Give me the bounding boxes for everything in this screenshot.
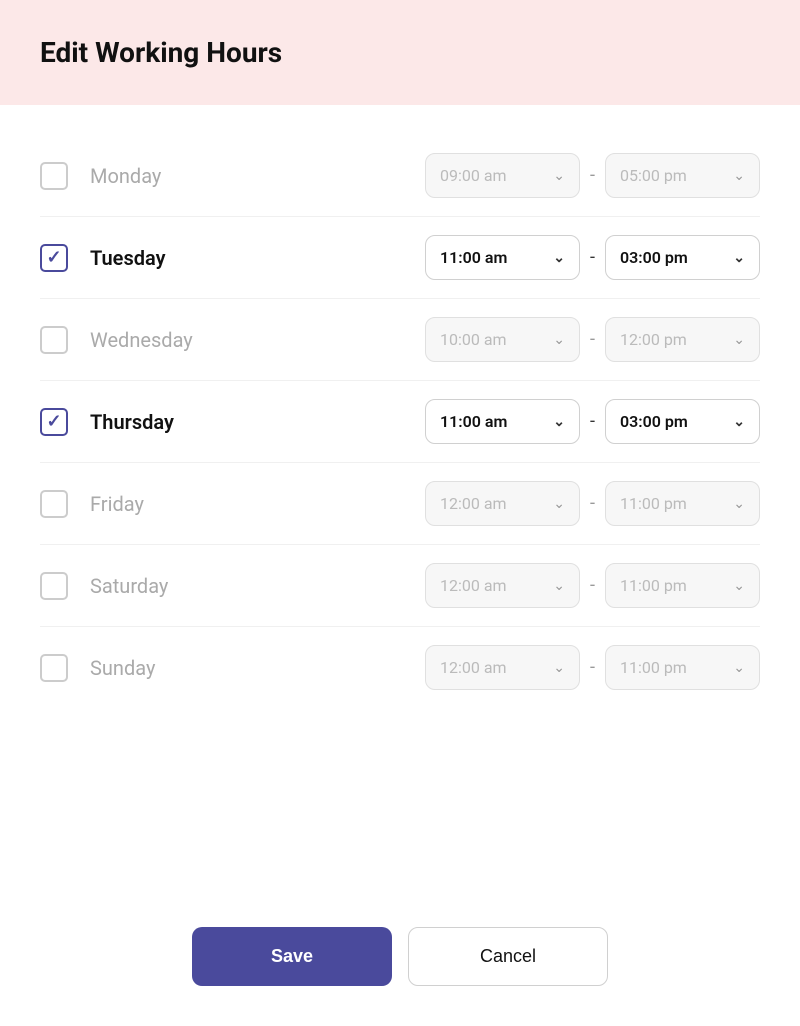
end-time-value-friday: 11:00 pm: [620, 494, 687, 513]
save-button[interactable]: Save: [192, 927, 392, 986]
separator-saturday: -: [590, 575, 595, 596]
header: Edit Working Hours: [0, 0, 800, 105]
day-label-sunday: Sunday: [90, 656, 250, 680]
time-controls-friday: 12:00 am ⌄ - 11:00 pm ⌄: [425, 481, 760, 526]
start-chevron-thursday: ⌄: [553, 414, 565, 430]
day-row-wednesday: Wednesday 10:00 am ⌄ - 12:00 pm ⌄: [40, 299, 760, 381]
checkbox-thursday[interactable]: ✓: [40, 408, 68, 436]
start-chevron-tuesday: ⌄: [553, 250, 565, 266]
end-time-saturday[interactable]: 11:00 pm ⌄: [605, 563, 760, 608]
cancel-button[interactable]: Cancel: [408, 927, 608, 986]
end-time-value-thursday: 03:00 pm: [620, 412, 688, 431]
checkbox-friday[interactable]: [40, 490, 68, 518]
end-chevron-tuesday: ⌄: [733, 250, 745, 266]
page-title: Edit Working Hours: [40, 36, 282, 69]
start-time-tuesday[interactable]: 11:00 am ⌄: [425, 235, 580, 280]
start-chevron-friday: ⌄: [553, 496, 565, 512]
time-controls-sunday: 12:00 am ⌄ - 11:00 pm ⌄: [425, 645, 760, 690]
end-time-value-monday: 05:00 pm: [620, 166, 687, 185]
day-row-monday: Monday 09:00 am ⌄ - 05:00 pm ⌄: [40, 135, 760, 217]
end-chevron-monday: ⌄: [733, 168, 745, 184]
start-time-value-tuesday: 11:00 am: [440, 248, 507, 267]
start-time-saturday[interactable]: 12:00 am ⌄: [425, 563, 580, 608]
start-time-value-thursday: 11:00 am: [440, 412, 507, 431]
day-row-thursday: ✓ Thursday 11:00 am ⌄ - 03:00 pm ⌄: [40, 381, 760, 463]
start-time-wednesday[interactable]: 10:00 am ⌄: [425, 317, 580, 362]
end-time-sunday[interactable]: 11:00 pm ⌄: [605, 645, 760, 690]
separator-sunday: -: [590, 657, 595, 678]
start-chevron-wednesday: ⌄: [553, 332, 565, 348]
time-controls-wednesday: 10:00 am ⌄ - 12:00 pm ⌄: [425, 317, 760, 362]
end-chevron-sunday: ⌄: [733, 660, 745, 676]
separator-friday: -: [590, 493, 595, 514]
end-chevron-wednesday: ⌄: [733, 332, 745, 348]
time-controls-tuesday: 11:00 am ⌄ - 03:00 pm ⌄: [425, 235, 760, 280]
start-chevron-sunday: ⌄: [553, 660, 565, 676]
checkbox-saturday[interactable]: [40, 572, 68, 600]
day-label-tuesday: Tuesday: [90, 246, 250, 270]
start-chevron-saturday: ⌄: [553, 578, 565, 594]
start-time-sunday[interactable]: 12:00 am ⌄: [425, 645, 580, 690]
checkbox-wednesday[interactable]: [40, 326, 68, 354]
start-time-value-saturday: 12:00 am: [440, 576, 507, 595]
time-controls-saturday: 12:00 am ⌄ - 11:00 pm ⌄: [425, 563, 760, 608]
day-row-saturday: Saturday 12:00 am ⌄ - 11:00 pm ⌄: [40, 545, 760, 627]
end-time-thursday[interactable]: 03:00 pm ⌄: [605, 399, 760, 444]
start-time-value-friday: 12:00 am: [440, 494, 507, 513]
checkbox-tuesday[interactable]: ✓: [40, 244, 68, 272]
day-row-friday: Friday 12:00 am ⌄ - 11:00 pm ⌄: [40, 463, 760, 545]
end-time-tuesday[interactable]: 03:00 pm ⌄: [605, 235, 760, 280]
end-time-value-sunday: 11:00 pm: [620, 658, 687, 677]
end-chevron-thursday: ⌄: [733, 414, 745, 430]
start-time-thursday[interactable]: 11:00 am ⌄: [425, 399, 580, 444]
day-row-tuesday: ✓ Tuesday 11:00 am ⌄ - 03:00 pm ⌄: [40, 217, 760, 299]
end-time-monday[interactable]: 05:00 pm ⌄: [605, 153, 760, 198]
day-label-monday: Monday: [90, 164, 250, 188]
day-row-sunday: Sunday 12:00 am ⌄ - 11:00 pm ⌄: [40, 627, 760, 708]
end-time-wednesday[interactable]: 12:00 pm ⌄: [605, 317, 760, 362]
checkmark-thursday: ✓: [46, 413, 61, 431]
end-time-value-saturday: 11:00 pm: [620, 576, 687, 595]
day-label-saturday: Saturday: [90, 574, 250, 598]
checkmark-tuesday: ✓: [46, 249, 61, 267]
time-controls-monday: 09:00 am ⌄ - 05:00 pm ⌄: [425, 153, 760, 198]
day-label-thursday: Thursday: [90, 410, 250, 434]
start-time-friday[interactable]: 12:00 am ⌄: [425, 481, 580, 526]
start-time-value-wednesday: 10:00 am: [440, 330, 507, 349]
end-time-value-tuesday: 03:00 pm: [620, 248, 688, 267]
days-list: Monday 09:00 am ⌄ - 05:00 pm ⌄ ✓ Tuesday 11:00 a…: [0, 105, 800, 897]
time-controls-thursday: 11:00 am ⌄ - 03:00 pm ⌄: [425, 399, 760, 444]
day-label-wednesday: Wednesday: [90, 328, 250, 352]
separator-wednesday: -: [590, 329, 595, 350]
start-chevron-monday: ⌄: [553, 168, 565, 184]
start-time-value-monday: 09:00 am: [440, 166, 507, 185]
start-time-value-sunday: 12:00 am: [440, 658, 507, 677]
end-chevron-friday: ⌄: [733, 496, 745, 512]
separator-monday: -: [590, 165, 595, 186]
day-label-friday: Friday: [90, 492, 250, 516]
checkbox-monday[interactable]: [40, 162, 68, 190]
end-chevron-saturday: ⌄: [733, 578, 745, 594]
separator-thursday: -: [590, 411, 595, 432]
footer: Save Cancel: [0, 897, 800, 1026]
end-time-friday[interactable]: 11:00 pm ⌄: [605, 481, 760, 526]
separator-tuesday: -: [590, 247, 595, 268]
checkbox-sunday[interactable]: [40, 654, 68, 682]
end-time-value-wednesday: 12:00 pm: [620, 330, 687, 349]
start-time-monday[interactable]: 09:00 am ⌄: [425, 153, 580, 198]
